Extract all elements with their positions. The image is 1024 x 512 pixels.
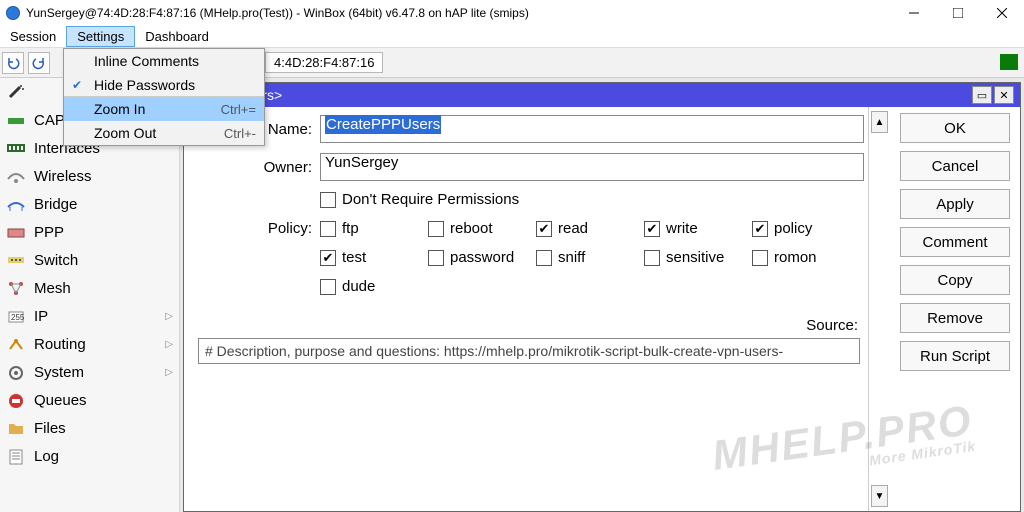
policy-sniff-checkbox[interactable]: sniff: [536, 249, 644, 266]
app-icon: [6, 6, 20, 20]
owner-input[interactable]: YunSergey: [320, 153, 864, 181]
scroll-down-icon[interactable]: ▼: [871, 485, 888, 507]
iface-icon: [6, 139, 26, 157]
checkbox-icon: [320, 221, 336, 237]
apply-button[interactable]: Apply: [900, 189, 1010, 219]
svg-text:255: 255: [11, 313, 25, 322]
policy-romon-checkbox[interactable]: romon: [752, 249, 860, 266]
policy-read-checkbox[interactable]: read: [536, 220, 644, 237]
sidebar-item-routing[interactable]: Routing▷: [0, 330, 179, 358]
sidebar-item-wireless[interactable]: Wireless: [0, 162, 179, 190]
checkbox-icon: [428, 221, 444, 237]
policy-ftp-checkbox[interactable]: ftp: [320, 220, 428, 237]
chevron-right-icon: ▷: [165, 311, 173, 322]
remove-button[interactable]: Remove: [900, 303, 1010, 333]
content-area: atePPPUsers> ▭ ✕ Name: CreatePPPUsers Ow…: [180, 78, 1024, 512]
check-icon: ✔: [72, 78, 82, 92]
menu-hide-passwords[interactable]: ✔Hide Passwords: [64, 73, 264, 97]
menu-inline-comments[interactable]: Inline Comments: [64, 49, 264, 73]
checkbox-icon: [752, 221, 768, 237]
chevron-right-icon: ▷: [165, 339, 173, 350]
window-title: YunSergey@74:4D:28:F4:87:16 (MHelp.pro(T…: [26, 6, 892, 20]
chevron-right-icon: ▷: [165, 367, 173, 378]
sidebar-item-log[interactable]: Log: [0, 442, 179, 470]
source-textarea[interactable]: # Description, purpose and questions: ht…: [198, 338, 860, 364]
ppp-icon: [6, 223, 26, 241]
policy-write-checkbox[interactable]: write: [644, 220, 752, 237]
checkbox-icon: [320, 279, 336, 295]
checkbox-icon: [536, 221, 552, 237]
checkbox-icon: [428, 250, 444, 266]
run-script-button[interactable]: Run Script: [900, 341, 1010, 371]
policy-test-checkbox[interactable]: test: [320, 249, 428, 266]
wifi-icon: [6, 167, 26, 185]
scroll-up-icon[interactable]: ▲: [871, 111, 888, 133]
undo-button[interactable]: [2, 52, 24, 74]
scrollbar[interactable]: ▲ ▼: [868, 107, 890, 511]
dont-require-checkbox[interactable]: Don't Require Permissions: [320, 191, 620, 208]
sidebar-item-bridge[interactable]: Bridge: [0, 190, 179, 218]
window-close-icon[interactable]: ✕: [994, 86, 1014, 104]
toolbar-mac: 4:4D:28:F4:87:16: [265, 52, 383, 73]
checkbox-icon: [536, 250, 552, 266]
routing-icon: [6, 335, 26, 353]
sidebar-item-queues[interactable]: Queues: [0, 386, 179, 414]
comment-button[interactable]: Comment: [900, 227, 1010, 257]
policy-sensitive-checkbox[interactable]: sensitive: [644, 249, 752, 266]
menu-zoom-out[interactable]: Zoom OutCtrl+-: [64, 121, 264, 145]
sidebar-item-system[interactable]: System▷: [0, 358, 179, 386]
bridge-icon: [6, 195, 26, 213]
switch-icon: [6, 251, 26, 269]
checkbox-icon: [644, 250, 660, 266]
queues-icon: [6, 391, 26, 409]
checkbox-icon: [752, 250, 768, 266]
wand-icon: [6, 83, 26, 101]
log-icon: [6, 447, 26, 465]
copy-button[interactable]: Copy: [900, 265, 1010, 295]
close-button[interactable]: [980, 0, 1024, 26]
settings-dropdown: Inline Comments✔Hide PasswordsZoom InCtr…: [63, 48, 265, 146]
menubar: Session Settings Dashboard: [0, 26, 1024, 48]
sidebar-item-switch[interactable]: Switch: [0, 246, 179, 274]
mesh-icon: [6, 279, 26, 297]
redo-button[interactable]: [28, 52, 50, 74]
caps-icon: [6, 111, 26, 129]
ok-button[interactable]: OK: [900, 113, 1010, 143]
policy-password-checkbox[interactable]: password: [428, 249, 536, 266]
policy-reboot-checkbox[interactable]: reboot: [428, 220, 536, 237]
policy-label: Policy:: [192, 220, 320, 237]
minimize-button[interactable]: [892, 0, 936, 26]
status-indicator: [1000, 54, 1018, 70]
menu-zoom-in[interactable]: Zoom InCtrl+=: [64, 97, 264, 121]
policy-dude-checkbox[interactable]: dude: [320, 278, 428, 295]
titlebar: YunSergey@74:4D:28:F4:87:16 (MHelp.pro(T…: [0, 0, 1024, 26]
menu-session[interactable]: Session: [0, 26, 66, 47]
owner-label: Owner:: [192, 159, 320, 176]
window-min-icon[interactable]: ▭: [972, 86, 992, 104]
checkbox-icon: [644, 221, 660, 237]
name-input[interactable]: CreatePPPUsers: [320, 115, 864, 143]
window-header[interactable]: atePPPUsers> ▭ ✕: [184, 83, 1020, 107]
sidebar-item-mesh[interactable]: Mesh: [0, 274, 179, 302]
files-icon: [6, 419, 26, 437]
sidebar-item-files[interactable]: Files: [0, 414, 179, 442]
source-label: Source:: [806, 317, 864, 334]
sidebar-item-ip[interactable]: 255IP▷: [0, 302, 179, 330]
maximize-button[interactable]: [936, 0, 980, 26]
window-header-title: atePPPUsers>: [190, 87, 972, 103]
policy-policy-checkbox[interactable]: policy: [752, 220, 860, 237]
script-window: atePPPUsers> ▭ ✕ Name: CreatePPPUsers Ow…: [183, 82, 1021, 512]
sidebar-item-ppp[interactable]: PPP: [0, 218, 179, 246]
menu-settings[interactable]: Settings: [66, 26, 135, 47]
system-icon: [6, 363, 26, 381]
ip-icon: 255: [6, 307, 26, 325]
cancel-button[interactable]: Cancel: [900, 151, 1010, 181]
menu-dashboard[interactable]: Dashboard: [135, 26, 219, 47]
checkbox-icon: [320, 250, 336, 266]
